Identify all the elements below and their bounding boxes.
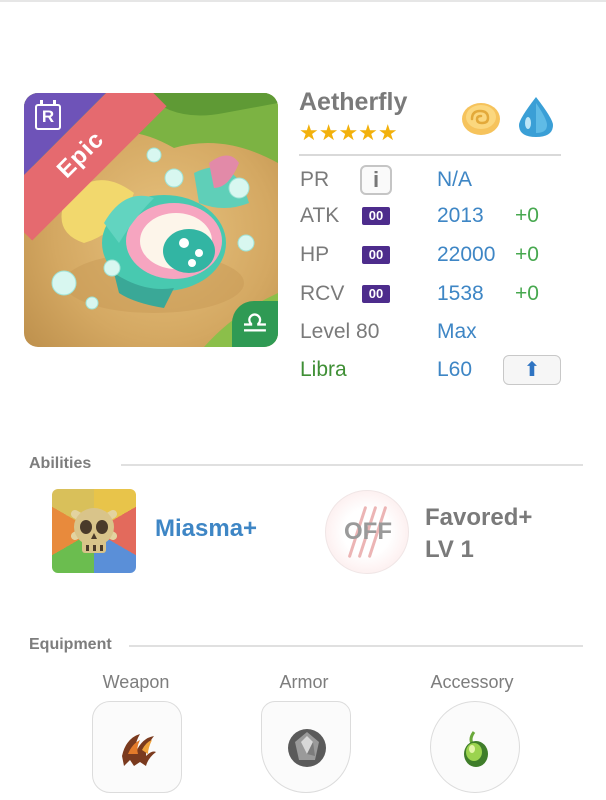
info-divider xyxy=(299,154,561,156)
equipment-divider xyxy=(129,645,583,647)
stat-bonus: +0 xyxy=(515,282,539,305)
level-value: Max xyxy=(437,320,477,343)
claw-weapon-icon xyxy=(122,734,156,766)
stat-label: PR xyxy=(300,168,330,191)
star-rating: ★★★★★ xyxy=(299,120,398,145)
accessory-label: Accessory xyxy=(430,672,514,692)
leaf-accessory-icon xyxy=(464,731,488,767)
stat-label: ATK xyxy=(300,204,340,227)
ability-name[interactable]: Miasma+ xyxy=(155,515,257,543)
stat-value: 2013 xyxy=(437,204,484,227)
abilities-title: Abilities xyxy=(29,455,92,472)
gem-armor-icon xyxy=(288,729,326,767)
top-divider xyxy=(0,0,606,2)
upgrade-arrow-button[interactable]: ⬆ xyxy=(503,355,561,385)
stat-bonus: +0 xyxy=(515,243,539,266)
water-element-icon xyxy=(519,97,553,137)
abilities-divider xyxy=(121,464,583,466)
ability-off-toggle[interactable]: OFF xyxy=(325,490,409,574)
stat-value: N/A xyxy=(437,168,473,191)
ability-miasma-tile[interactable] xyxy=(52,489,136,573)
weapon-slot[interactable] xyxy=(92,701,182,793)
monster-portrait[interactable]: Epic R ♎ xyxy=(24,93,278,347)
sign-level-value: L60 xyxy=(437,358,473,381)
plus-badge: 00 xyxy=(362,246,390,264)
secondary-ability-name: Favored+ xyxy=(425,504,533,531)
equipment-title: Equipment xyxy=(29,636,112,653)
off-label: OFF xyxy=(344,518,392,545)
weapon-label: Weapon xyxy=(102,672,170,692)
cloud-element-icon xyxy=(462,103,500,135)
armor-label: Armor xyxy=(279,672,329,692)
skull-icon xyxy=(70,508,118,553)
plus-badge: 00 xyxy=(362,285,390,303)
accessory-slot[interactable] xyxy=(430,701,520,793)
info-button[interactable]: i xyxy=(360,165,392,195)
secondary-ability-level: LV 1 xyxy=(425,536,474,563)
stat-label: HP xyxy=(300,243,330,266)
stat-value: 1538 xyxy=(437,282,484,305)
stat-value: 22000 xyxy=(437,243,496,266)
sign-label: Libra xyxy=(300,358,347,381)
armor-slot[interactable] xyxy=(261,701,351,793)
level-label: Level 80 xyxy=(300,320,380,343)
calendar-icon: R xyxy=(35,100,61,130)
plus-badge: 00 xyxy=(362,207,390,225)
stat-bonus: +0 xyxy=(515,204,539,227)
stat-label: RCV xyxy=(300,282,345,305)
libra-sign-icon: ♎ xyxy=(232,301,278,347)
monster-name: Aetherfly xyxy=(299,88,408,116)
